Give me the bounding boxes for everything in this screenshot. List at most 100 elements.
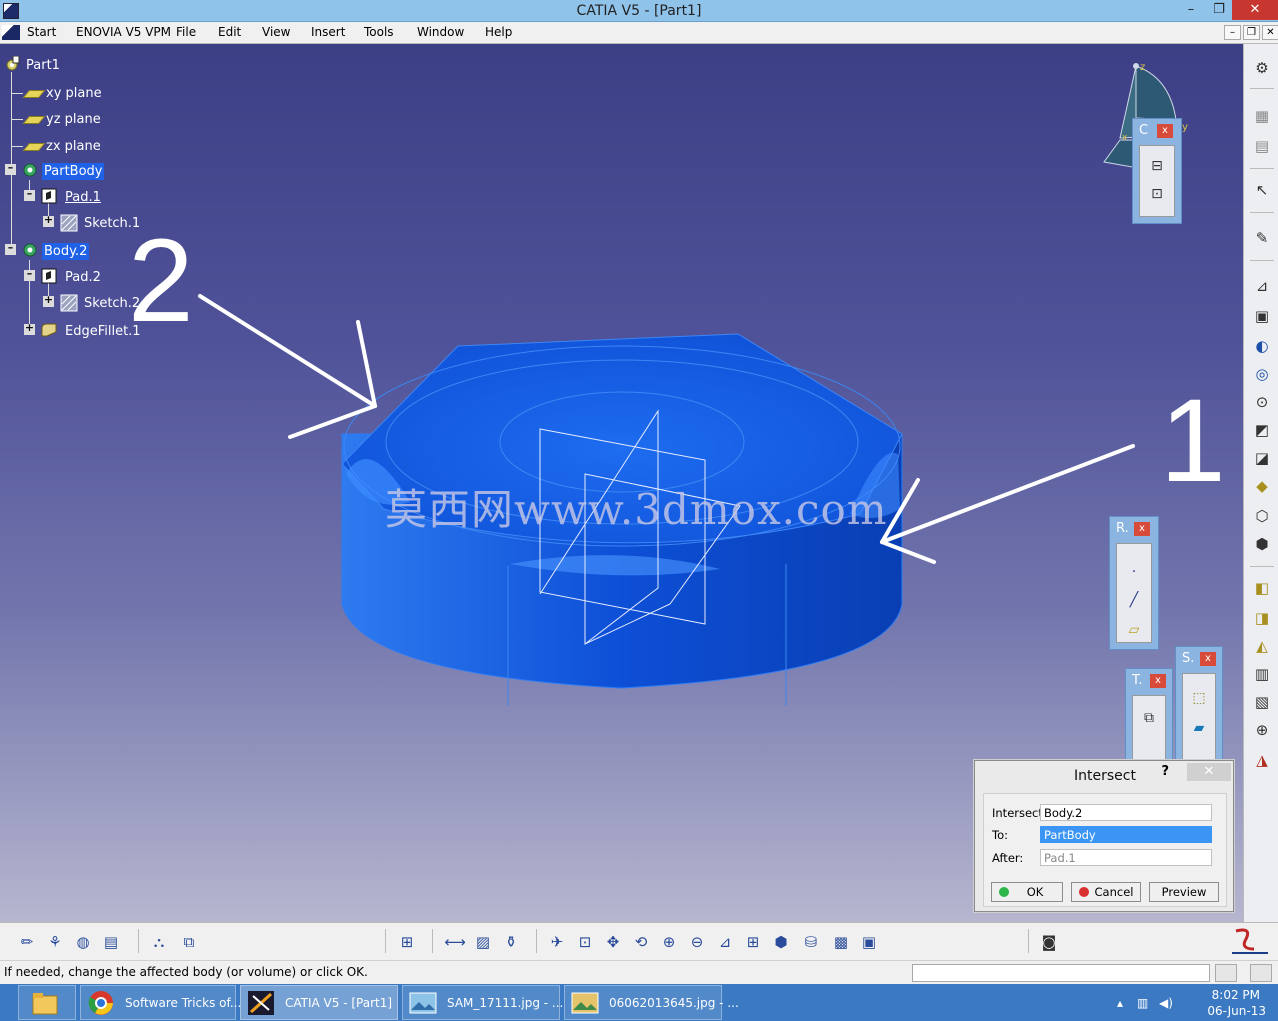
stiffener-tool-icon[interactable]: ◆ [1252, 476, 1272, 496]
network-icon[interactable]: ▥ [1137, 996, 1148, 1010]
multi-view-icon[interactable]: ⊞ [742, 932, 764, 952]
chamfer-tool-icon[interactable]: ◨ [1252, 608, 1272, 628]
catia-menu-logo-icon[interactable] [2, 25, 20, 40]
zoom-out-icon[interactable]: ⊖ [686, 932, 708, 952]
minimize-button[interactable]: – [1176, 0, 1206, 20]
sketch-analysis-icon[interactable]: ▦ [1252, 106, 1272, 126]
to-field[interactable]: PartBody [1040, 826, 1212, 843]
pocket-tool-icon[interactable]: ▣ [1252, 306, 1272, 326]
sketcher-icon[interactable]: ✎ [1252, 228, 1272, 248]
dialog-help-button[interactable]: ? [1161, 764, 1169, 779]
edge-fillet-tool-icon[interactable]: ◧ [1252, 578, 1272, 598]
groove-tool-icon[interactable]: ◎ [1252, 364, 1272, 384]
dialog-close-button[interactable]: ✕ [1187, 763, 1231, 781]
shaft-tool-icon[interactable]: ◐ [1252, 336, 1272, 356]
rotate-icon[interactable]: ⟲ [630, 932, 652, 952]
annotation-label-2: 2 [128, 215, 194, 347]
plane-tool-icon[interactable]: ▱ [1124, 620, 1144, 640]
update-icon[interactable]: ✏ [16, 932, 38, 952]
status-button-2[interactable] [1250, 964, 1272, 982]
doc-restore-button[interactable]: ❐ [1243, 25, 1260, 40]
sketch-mode-icon[interactable]: ⚘ [44, 932, 66, 952]
menu-insert[interactable]: Insert [311, 25, 345, 39]
fit-all-icon[interactable]: ⊡ [574, 932, 596, 952]
slot-tool-icon[interactable]: ◪ [1252, 448, 1272, 468]
floating-toolbar-c[interactable]: C x ⊟ ⊡ [1132, 118, 1182, 224]
remove-face-tool-icon[interactable]: ◮ [1252, 750, 1272, 770]
floating-toolbar-t[interactable]: T. x ⧉ [1125, 668, 1173, 772]
iso-view-icon[interactable]: ⬢ [770, 932, 792, 952]
file-explorer-button[interactable] [18, 985, 76, 1020]
transformation-tool-icon[interactable]: ⧉ [1139, 708, 1159, 728]
surface-thick-icon[interactable]: ▰ [1189, 718, 1209, 738]
select-arrow-icon[interactable]: ↖ [1252, 180, 1272, 200]
floating-toolbar-r[interactable]: R. x · ╱ ▱ [1109, 516, 1159, 650]
camera-icon[interactable]: ◙ [1038, 932, 1060, 952]
tray-time[interactable]: 8:02 PM [1212, 988, 1260, 1002]
pad-tool-icon[interactable]: ⊿ [1252, 276, 1272, 296]
menu-window[interactable]: Window [417, 25, 464, 39]
measure-between-icon[interactable]: ⟷ [444, 932, 466, 952]
close-button[interactable]: ✕ [1232, 0, 1278, 20]
3d-viewport[interactable]: Part1 xy plane yz plane zx plane – PartB… [0, 44, 1243, 922]
tray-expand-icon[interactable]: ▴ [1117, 996, 1123, 1010]
menu-tools[interactable]: Tools [364, 25, 394, 39]
after-field[interactable]: Pad.1 [1040, 849, 1212, 866]
measure-item-icon[interactable]: ▨ [472, 932, 494, 952]
thread-tool-icon[interactable]: ⊕ [1252, 720, 1272, 740]
menu-enovia[interactable]: ENOVIA V5 VPM [76, 25, 171, 39]
taskbar-item-image1[interactable]: SAM_17111.jpg - ... [402, 985, 563, 1020]
surface-split-icon[interactable]: ⬚ [1189, 688, 1209, 708]
hide-show-icon[interactable]: ▩ [830, 932, 852, 952]
render-icon[interactable]: ◍ [72, 932, 94, 952]
cancel-button[interactable]: Cancel [1071, 882, 1141, 902]
normal-view-icon[interactable]: ⊿ [714, 932, 736, 952]
menu-view[interactable]: View [262, 25, 290, 39]
remove-loft-tool-icon[interactable]: ⬢ [1252, 534, 1272, 554]
menu-file[interactable]: File [176, 25, 196, 39]
measure-icon[interactable]: ⊞ [396, 932, 418, 952]
menu-help[interactable]: Help [485, 25, 512, 39]
menu-start[interactable]: Start [27, 25, 56, 39]
shell-tool-icon[interactable]: ▥ [1252, 664, 1272, 684]
swap-space-icon[interactable]: ▣ [858, 932, 880, 952]
taskbar-item-catia[interactable]: CATIA V5 - [Part1] [240, 985, 398, 1020]
doc-close-button[interactable]: ✕ [1262, 25, 1278, 40]
hole-tool-icon[interactable]: ⊙ [1252, 392, 1272, 412]
fly-mode-icon[interactable]: ✈ [546, 932, 568, 952]
floating-toolbar-s-close[interactable]: x [1200, 652, 1216, 666]
doc-minimize-button[interactable]: – [1224, 25, 1241, 40]
taskbar-item-image2[interactable]: 06062013645.jpg - ... [564, 985, 739, 1020]
axis-system-icon[interactable]: ⛬ [148, 932, 170, 952]
measure-inertia-icon[interactable]: ⚱ [500, 932, 522, 952]
command-input[interactable] [912, 964, 1210, 982]
line-tool-icon[interactable]: ╱ [1124, 590, 1144, 610]
shading-icon[interactable]: ⛁ [800, 932, 822, 952]
zoom-in-icon[interactable]: ⊕ [658, 932, 680, 952]
intersect-field[interactable]: Body.2 [1040, 804, 1212, 821]
floating-toolbar-r-close[interactable]: x [1134, 522, 1150, 536]
restore-button[interactable]: ❐ [1204, 0, 1234, 20]
floating-toolbar-c-close[interactable]: x [1157, 124, 1173, 138]
tray-date[interactable]: 06-Jun-13 [1207, 1004, 1266, 1018]
sketch-lock-icon[interactable]: ▤ [1252, 136, 1272, 156]
floating-toolbar-s[interactable]: S. x ⬚ ▰ [1175, 646, 1223, 772]
boolean-icon[interactable]: ⧉ [178, 932, 200, 952]
draft-tool-icon[interactable]: ◭ [1252, 636, 1272, 656]
loft-tool-icon[interactable]: ⬡ [1252, 506, 1272, 526]
pan-icon[interactable]: ✥ [602, 932, 624, 952]
volume-icon[interactable]: ◀) [1159, 996, 1173, 1010]
status-button-1[interactable] [1215, 964, 1237, 982]
point-tool-icon[interactable]: · [1124, 562, 1144, 582]
library-icon[interactable]: ▤ [100, 932, 122, 952]
constraint-tool-icon[interactable]: ⊟ [1147, 156, 1167, 176]
rib-tool-icon[interactable]: ◩ [1252, 420, 1272, 440]
floating-toolbar-t-close[interactable]: x [1150, 674, 1166, 688]
preview-button[interactable]: Preview [1149, 882, 1219, 902]
constraint-box-icon[interactable]: ⊡ [1147, 184, 1167, 204]
thickness-tool-icon[interactable]: ▧ [1252, 692, 1272, 712]
menu-edit[interactable]: Edit [218, 25, 241, 39]
taskbar-item-chrome[interactable]: Software Tricks of... [80, 985, 241, 1020]
ok-button[interactable]: OK [991, 882, 1063, 902]
settings-gear-icon[interactable]: ⚙ [1252, 58, 1272, 78]
